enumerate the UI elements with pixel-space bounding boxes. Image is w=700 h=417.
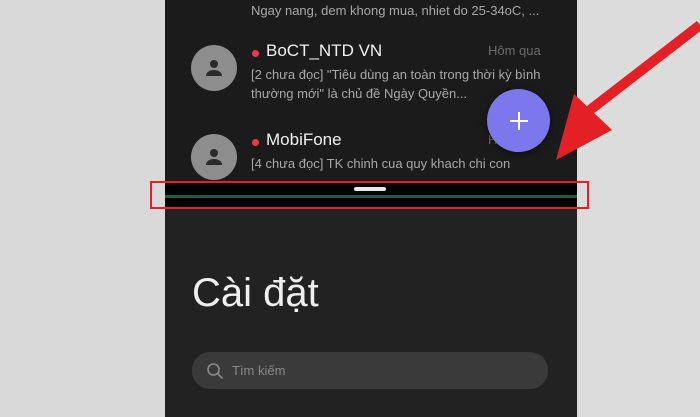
red-arrow-icon	[556, 21, 700, 160]
